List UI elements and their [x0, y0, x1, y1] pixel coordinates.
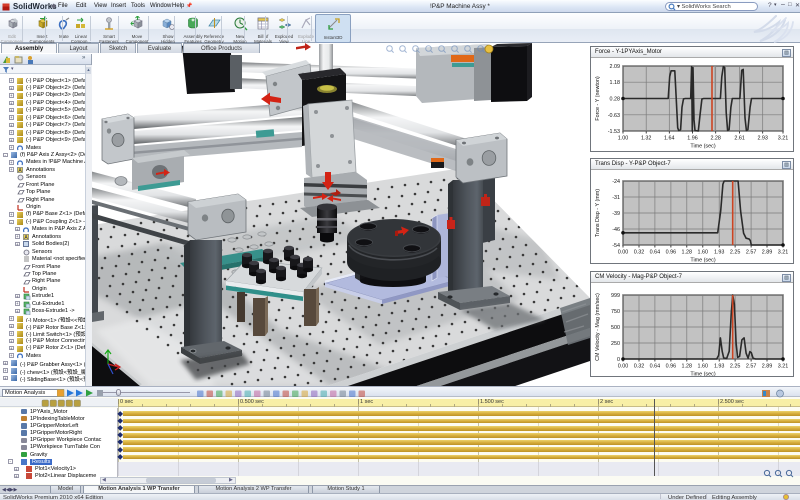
svg-text:-46: -46	[612, 227, 620, 233]
svg-text:0.64: 0.64	[650, 364, 661, 370]
svg-text:500: 500	[611, 325, 620, 331]
svg-text:-31: -31	[612, 195, 620, 201]
svg-text:0.00: 0.00	[618, 364, 629, 370]
svg-text:2.09: 2.09	[610, 64, 621, 70]
svg-text:Trans Disp - Y (mm): Trans Disp - Y (mm)	[595, 189, 601, 237]
svg-text:Time (sec): Time (sec)	[690, 372, 715, 377]
svg-text:0.32: 0.32	[634, 250, 645, 256]
svg-text:1.64: 1.64	[664, 136, 675, 142]
svg-text:2.25: 2.25	[730, 250, 741, 256]
svg-text:1.96: 1.96	[687, 136, 698, 142]
svg-text:3.21: 3.21	[778, 364, 789, 370]
svg-text:-24: -24	[612, 179, 620, 185]
svg-text:3.21: 3.21	[778, 250, 789, 256]
svg-text:2.25: 2.25	[730, 364, 741, 370]
svg-text:1.93: 1.93	[714, 364, 725, 370]
svg-text:1.93: 1.93	[714, 250, 725, 256]
svg-text:Force - Y (newton): Force - Y (newton)	[595, 76, 601, 121]
svg-text:3.21: 3.21	[778, 136, 789, 142]
svg-text:1.32: 1.32	[641, 136, 652, 142]
svg-text:-1.53: -1.53	[608, 129, 620, 135]
svg-text:0.32: 0.32	[634, 364, 645, 370]
svg-text:1.28: 1.28	[682, 364, 693, 370]
svg-text:0.28: 0.28	[610, 97, 621, 103]
svg-text:1.60: 1.60	[698, 364, 709, 370]
svg-text:2.89: 2.89	[762, 250, 773, 256]
svg-text:250: 250	[611, 341, 620, 347]
svg-text:1.00: 1.00	[618, 136, 629, 142]
svg-text:0.96: 0.96	[666, 250, 677, 256]
svg-text:-54: -54	[612, 243, 620, 249]
svg-text:1.18: 1.18	[610, 80, 621, 86]
svg-text:-0.63: -0.63	[608, 113, 620, 119]
svg-text:0.64: 0.64	[650, 250, 661, 256]
svg-text:2.61: 2.61	[734, 136, 745, 142]
svg-text:2.89: 2.89	[762, 364, 773, 370]
svg-text:999: 999	[611, 293, 620, 299]
svg-text:0: 0	[617, 357, 620, 363]
svg-text:2.93: 2.93	[757, 136, 768, 142]
svg-text:2.28: 2.28	[710, 136, 721, 142]
svg-text:1.60: 1.60	[698, 250, 709, 256]
svg-text:Time (sec): Time (sec)	[690, 258, 715, 264]
svg-text:Time (sec): Time (sec)	[690, 144, 715, 150]
svg-text:2.57: 2.57	[746, 250, 757, 256]
svg-text:-39: -39	[612, 211, 620, 217]
svg-text:1.28: 1.28	[682, 250, 693, 256]
svg-text:0.00: 0.00	[618, 250, 629, 256]
svg-text:CM Velocity - Mag (mm/sec): CM Velocity - Mag (mm/sec)	[595, 293, 601, 361]
svg-text:2.57: 2.57	[746, 364, 757, 370]
svg-text:0.96: 0.96	[666, 364, 677, 370]
svg-text:750: 750	[611, 309, 620, 315]
